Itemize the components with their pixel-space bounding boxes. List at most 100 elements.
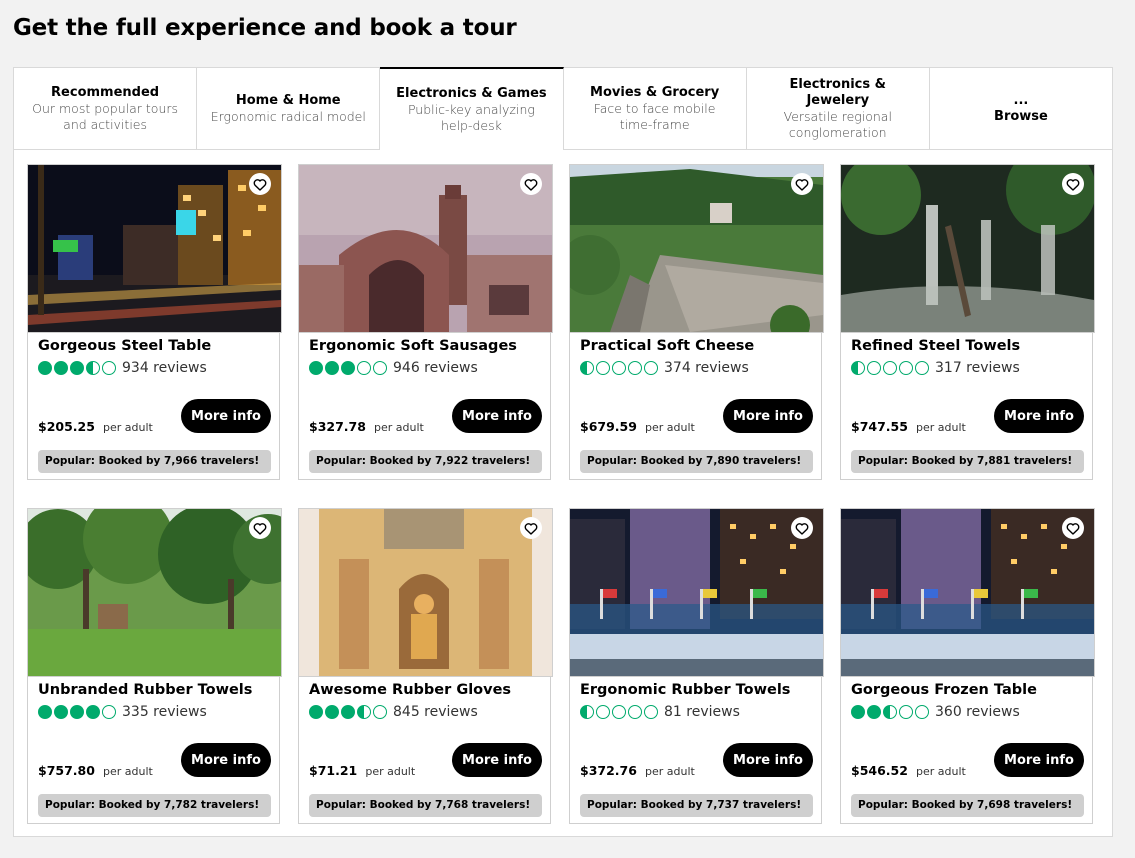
heart-icon [1066,178,1080,191]
review-count[interactable]: 360 reviews [935,704,1020,720]
favorite-button[interactable] [1062,517,1084,539]
price-unit: per adult [103,765,153,778]
favorite-button[interactable] [520,517,542,539]
rating-bubble-icon [867,361,881,375]
rating: 946 reviews [309,360,478,376]
more-info-button[interactable]: More info [181,743,271,777]
price-unit: per adult [645,421,695,434]
tour-title[interactable]: Ergonomic Rubber Towels [580,682,790,698]
tour-image[interactable] [569,508,824,677]
tour-card[interactable]: Awesome Rubber Gloves 845 reviews $71.21… [298,508,553,824]
tab-movies-and-grocery[interactable]: Movies & Grocery Face to face mobile tim… [563,68,747,149]
tab-recommended[interactable]: Recommended Our most popular tours and a… [14,68,198,149]
tour-title[interactable]: Practical Soft Cheese [580,338,754,354]
rating-bubble-icon [309,361,323,375]
price: $327.78 per adult [309,416,424,435]
rating-bubble-icon [54,705,68,719]
tour-title[interactable]: Unbranded Rubber Towels [38,682,252,698]
tour-title[interactable]: Awesome Rubber Gloves [309,682,511,698]
tour-card[interactable]: Ergonomic Rubber Towels 81 reviews $372.… [569,508,824,824]
heart-icon [795,178,809,191]
tour-image[interactable] [840,164,1095,333]
tab-label: Electronics & Jewelery [789,76,886,108]
tour-card[interactable]: Gorgeous Frozen Table 360 reviews $546.5… [840,508,1095,824]
rating-bubble-icon [899,705,913,719]
rating-bubble-icon [883,361,897,375]
price-unit: per adult [103,421,153,434]
rating-bubble-icon [596,361,610,375]
rating-bubble-icon [86,705,100,719]
tour-image[interactable] [840,508,1095,677]
tab-browse[interactable]: ... Browse [929,68,1113,149]
favorite-button[interactable] [1062,173,1084,195]
popular-badge: Popular: Booked by 7,737 travelers! [580,794,813,817]
review-count[interactable]: 335 reviews [122,704,207,720]
favorite-button[interactable] [791,173,813,195]
popular-badge: Popular: Booked by 7,890 travelers! [580,450,813,473]
review-count[interactable]: 81 reviews [664,704,740,720]
rating-bubble-icon [325,361,339,375]
rating-bubble-icon [612,361,626,375]
tour-image[interactable] [569,164,824,333]
tab-subtitle: Face to face mobile time-frame [593,100,716,132]
rating-bubble-icon [883,705,897,719]
rating: 81 reviews [580,704,740,720]
heart-icon [1066,522,1080,535]
tour-title[interactable]: Ergonomic Soft Sausages [309,338,517,354]
more-info-button[interactable]: More info [994,399,1084,433]
tab-home-and-home[interactable]: Home & Home Ergonomic radical model [197,68,381,149]
price-value: $546.52 [851,763,908,778]
review-count[interactable]: 845 reviews [393,704,478,720]
price-value: $747.55 [851,419,908,434]
review-count[interactable]: 374 reviews [664,360,749,376]
tour-card[interactable]: Unbranded Rubber Towels 335 reviews $757… [27,508,282,824]
more-info-button[interactable]: More info [452,743,542,777]
more-info-button[interactable]: More info [452,399,542,433]
tour-title[interactable]: Refined Steel Towels [851,338,1020,354]
rating: 360 reviews [851,704,1020,720]
price: $747.55 per adult [851,416,966,435]
rating-bubble-icon [644,361,658,375]
favorite-button[interactable] [249,173,271,195]
price: $205.25 per adult [38,416,153,435]
tour-card[interactable]: Gorgeous Steel Table 934 reviews $205.25… [27,164,282,480]
tour-title[interactable]: Gorgeous Frozen Table [851,682,1037,698]
rating-bubble-icon [70,705,84,719]
popular-badge: Popular: Booked by 7,922 travelers! [309,450,542,473]
rating-bubble-icon [612,705,626,719]
price-value: $757.80 [38,763,95,778]
favorite-button[interactable] [791,517,813,539]
rating-bubble-icon [596,705,610,719]
popular-badge: Popular: Booked by 7,782 travelers! [38,794,271,817]
tour-image[interactable] [298,164,553,333]
price: $546.52 per adult [851,760,966,779]
more-info-button[interactable]: More info [994,743,1084,777]
favorite-button[interactable] [520,173,542,195]
tour-card[interactable]: Refined Steel Towels 317 reviews $747.55… [840,164,1095,480]
review-count[interactable]: 934 reviews [122,360,207,376]
review-count[interactable]: 317 reviews [935,360,1020,376]
more-info-button[interactable]: More info [723,399,813,433]
tab-electronics-and-jewelery[interactable]: Electronics & Jewelery Versatile regiona… [746,68,930,149]
tour-image[interactable] [298,508,553,677]
tab-electronics-and-games[interactable]: Electronics & Games Public-key analyzing… [380,67,564,150]
tour-grid: Gorgeous Steel Table 934 reviews $205.25… [27,164,1095,824]
rating-bubble-icon [309,705,323,719]
tour-card[interactable]: Ergonomic Soft Sausages 946 reviews $327… [298,164,553,480]
more-info-button[interactable]: More info [181,399,271,433]
more-info-button[interactable]: More info [723,743,813,777]
rating-bubble-icon [373,361,387,375]
tour-title[interactable]: Gorgeous Steel Table [38,338,211,354]
tour-image[interactable] [27,508,282,677]
review-count[interactable]: 946 reviews [393,360,478,376]
rating-bubble-icon [915,705,929,719]
rating-bubble-icon [86,361,100,375]
tab-label: Home & Home [235,92,341,108]
favorite-button[interactable] [249,517,271,539]
rating-bubble-icon [54,361,68,375]
tour-image[interactable] [27,164,282,333]
rating: 335 reviews [38,704,207,720]
tab-subtitle: Ergonomic radical model [210,108,366,124]
price: $372.76 per adult [580,760,695,779]
tour-card[interactable]: Practical Soft Cheese 374 reviews $679.5… [569,164,824,480]
